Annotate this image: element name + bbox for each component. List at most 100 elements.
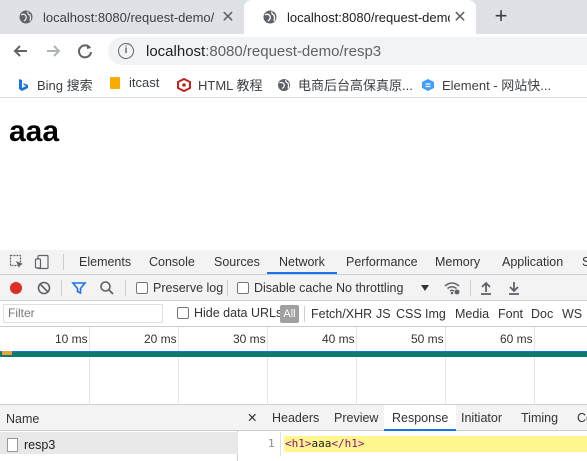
network-conditions-icon[interactable] xyxy=(443,280,461,296)
record-icon[interactable] xyxy=(9,281,23,295)
filter-type-doc[interactable]: Doc xyxy=(531,307,553,321)
filter-type-img[interactable]: Img xyxy=(425,307,446,321)
filter-icon[interactable] xyxy=(71,280,87,296)
detail-tabbar: ✕ Headers Preview Response Initiator Tim… xyxy=(238,405,587,431)
separator xyxy=(227,280,228,296)
browser-tab-2-active[interactable]: localhost:8080/request-demo/ ✕ xyxy=(244,0,476,34)
line-number: 1 xyxy=(268,437,275,450)
globe-icon xyxy=(278,78,290,91)
forward-arrow-icon[interactable] xyxy=(42,40,64,62)
device-toolbar-icon[interactable] xyxy=(34,254,50,270)
address-bar[interactable]: i localhost:8080/request-demo/resp3 xyxy=(108,37,587,65)
separator xyxy=(63,254,64,270)
bookmarks-bar: Bing 搜索 itcast HTML 教程 电商后台高保真原... Eleme… xyxy=(0,68,587,98)
bookmark-element[interactable]: Element - 网站快... xyxy=(421,75,551,94)
bookmark-html[interactable]: HTML 教程 xyxy=(177,75,263,94)
document-icon xyxy=(7,437,18,452)
detail-tab-response[interactable]: Response xyxy=(384,405,457,431)
disable-cache-checkbox[interactable] xyxy=(237,282,249,294)
bookmark-bing[interactable]: Bing 搜索 xyxy=(16,75,93,94)
clear-icon[interactable] xyxy=(37,281,51,295)
timeline-tick: 30 ms xyxy=(233,332,266,346)
filter-type-js[interactable]: JS xyxy=(376,307,391,321)
reload-icon[interactable] xyxy=(74,40,96,62)
element-icon xyxy=(422,78,434,91)
browser-tab-1[interactable]: localhost:8080/request-demo/ ✕ xyxy=(0,0,244,34)
requests-pane: Name resp3 xyxy=(0,405,238,461)
filter-type-ws[interactable]: WS xyxy=(562,307,582,321)
hide-data-urls-checkbox[interactable] xyxy=(177,307,189,319)
separator xyxy=(61,280,62,296)
devtools-tab-network[interactable]: Network xyxy=(267,250,337,274)
devtools-tab-overflow[interactable]: S xyxy=(582,250,587,274)
request-name: resp3 xyxy=(24,437,56,452)
detail-tab-preview[interactable]: Preview xyxy=(334,405,378,431)
filter-type-font[interactable]: Font xyxy=(498,307,523,321)
bookmark-label: HTML 教程 xyxy=(198,78,263,93)
detail-tab-initiator[interactable]: Initiator xyxy=(461,405,502,431)
search-icon[interactable] xyxy=(99,280,115,296)
filter-input[interactable]: Filter xyxy=(3,304,163,323)
inspect-element-icon[interactable] xyxy=(9,254,25,270)
devtools-tab-console[interactable]: Console xyxy=(149,250,195,274)
timeline-tick: 50 ms xyxy=(411,332,444,346)
preserve-log-label: Preserve log xyxy=(153,281,224,295)
timeline-tick: 10 ms xyxy=(55,332,88,346)
waterfall-bar xyxy=(0,351,587,357)
bookmark-label: Bing 搜索 xyxy=(37,78,93,93)
throttling-select[interactable]: No throttling xyxy=(336,281,403,295)
waterfall-start-marker xyxy=(2,351,12,355)
bookmark-itcast[interactable]: itcast xyxy=(108,75,159,90)
timeline-gridline xyxy=(356,327,357,405)
chevron-down-icon xyxy=(421,285,429,291)
code-gutter xyxy=(280,432,281,456)
address-host: localhost xyxy=(146,42,206,60)
import-har-icon[interactable] xyxy=(479,280,493,296)
code-text: aaa xyxy=(311,437,332,450)
separator xyxy=(470,280,471,296)
tab-close-icon[interactable]: ✕ xyxy=(218,7,238,27)
network-toolbar: Preserve log Disable cache No throttling xyxy=(0,275,587,301)
separator xyxy=(304,306,305,322)
tab-close-icon[interactable]: ✕ xyxy=(450,7,470,27)
devtools-tab-application[interactable]: Application xyxy=(502,250,563,274)
new-tab-button[interactable]: + xyxy=(488,4,514,30)
response-code: <h1>aaa</h1> xyxy=(284,436,587,452)
devtools-tab-elements[interactable]: Elements xyxy=(79,250,131,274)
bookmark-label: itcast xyxy=(129,75,160,90)
detail-tab-overflow[interactable]: Co xyxy=(577,405,587,431)
detail-tab-timing[interactable]: Timing xyxy=(521,405,558,431)
filter-type-media[interactable]: Media xyxy=(455,307,489,321)
request-detail-pane: ✕ Headers Preview Response Initiator Tim… xyxy=(238,405,587,461)
close-detail-icon[interactable]: ✕ xyxy=(247,405,257,431)
code-open-tag: <h1> xyxy=(285,437,312,450)
devtools-tab-performance[interactable]: Performance xyxy=(346,250,418,274)
back-arrow-icon[interactable] xyxy=(10,40,32,62)
tab-strip: localhost:8080/request-demo/ ✕ localhost… xyxy=(0,0,587,34)
filter-type-all[interactable]: All xyxy=(280,305,299,323)
site-info-icon[interactable]: i xyxy=(118,43,134,59)
preserve-log-checkbox[interactable] xyxy=(136,282,148,294)
disable-cache-label: Disable cache xyxy=(254,281,333,295)
address-path: :8080/request-demo/resp3 xyxy=(205,42,382,60)
network-filter-bar: Filter Hide data URLs All Fetch/XHR JS C… xyxy=(0,301,587,327)
timeline-gridline xyxy=(89,327,90,405)
devtools-tabbar: Elements Console Sources Network Perform… xyxy=(0,250,587,275)
filter-type-css[interactable]: CSS xyxy=(396,307,422,321)
export-har-icon[interactable] xyxy=(507,280,521,296)
filter-type-fetch-xhr[interactable]: Fetch/XHR xyxy=(311,307,372,321)
devtools-tab-sources[interactable]: Sources xyxy=(214,250,260,274)
globe-icon xyxy=(263,10,277,24)
request-row[interactable]: resp3 xyxy=(0,432,238,454)
response-code-line[interactable]: 1 <h1>aaa</h1> xyxy=(238,432,587,456)
timeline-gridline xyxy=(534,327,535,405)
tab-title: localhost:8080/request-demo/ xyxy=(43,9,215,25)
bookmark-ecommerce[interactable]: 电商后台高保真原... xyxy=(277,75,413,94)
detail-tab-headers[interactable]: Headers xyxy=(272,405,319,431)
name-column-header[interactable]: Name xyxy=(0,405,238,431)
timeline-gridline xyxy=(178,327,179,405)
html-icon xyxy=(177,77,191,92)
network-overview-timeline[interactable]: 10 ms 20 ms 30 ms 40 ms 50 ms 60 ms xyxy=(0,327,587,405)
separator xyxy=(125,280,126,296)
devtools-tab-memory[interactable]: Memory xyxy=(435,250,480,274)
